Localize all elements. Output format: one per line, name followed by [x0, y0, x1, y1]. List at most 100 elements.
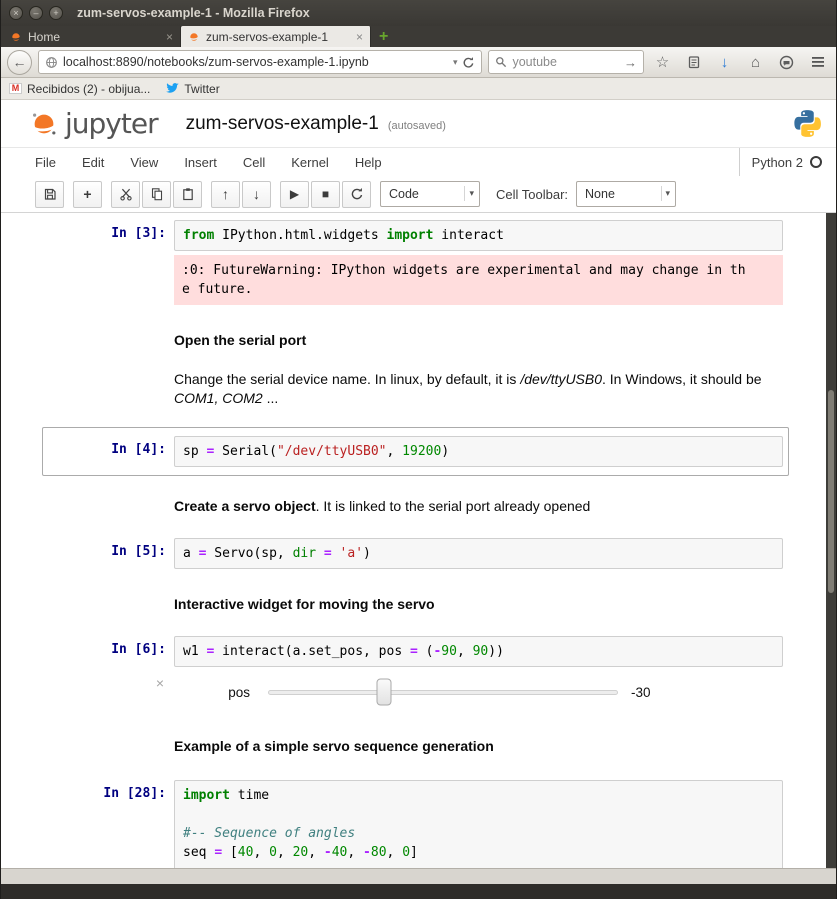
widget-close-icon[interactable]: ×: [48, 675, 174, 709]
bookmark-label: Recibidos (2) - obijua...: [27, 82, 150, 96]
play-icon: ▶: [290, 187, 299, 201]
input-prompt: In [28]:: [48, 780, 174, 868]
menu-edit[interactable]: Edit: [69, 148, 117, 176]
jupyter-favicon-icon: [10, 31, 22, 43]
arrow-down-icon: ↓: [253, 186, 260, 202]
menu-insert[interactable]: Insert: [171, 148, 230, 176]
window-titlebar: × – + zum-servos-example-1 - Mozilla Fir…: [1, 0, 836, 26]
input-prompt: In [6]:: [48, 636, 174, 667]
output-prompt: [48, 251, 174, 305]
stderr-output: :0: FutureWarning: IPython widgets are e…: [174, 255, 783, 305]
code-editor[interactable]: from IPython.html.widgets import interac…: [174, 220, 783, 251]
paste-cell-button[interactable]: [173, 181, 202, 208]
markdown-cell-servo-object: Create a servo object. It is linked to t…: [42, 490, 789, 521]
scrollbar-thumb[interactable]: [828, 390, 834, 593]
code-editor[interactable]: sp = Serial("/dev/ttyUSB0", 19200): [174, 436, 783, 467]
code-editor[interactable]: import time #-- Sequence of anglesseq = …: [174, 780, 783, 868]
plus-icon: +: [83, 186, 91, 202]
widget-output: × pos -30: [48, 675, 783, 709]
window-maximize-button[interactable]: +: [49, 6, 63, 20]
arrow-up-icon: ↑: [222, 186, 229, 202]
notebook-title[interactable]: zum-servos-example-1: [186, 113, 379, 135]
bookmarks-bar: M Recibidos (2) - obijua... Twitter: [1, 78, 836, 100]
markdown-text: Change the serial device name. In linux,…: [174, 368, 783, 408]
search-bar[interactable]: →: [488, 50, 644, 74]
tab-close-icon[interactable]: ×: [166, 30, 173, 44]
search-go-icon[interactable]: →: [624, 55, 637, 70]
copy-cell-button[interactable]: [142, 181, 171, 208]
chevron-down-icon: ▾: [464, 186, 476, 201]
markdown-cell-heading-serial: Open the serial port: [42, 324, 789, 355]
new-tab-button[interactable]: +: [371, 27, 396, 47]
browser-nav-toolbar: ← ▾ → ☆ ↓ ⌂: [1, 47, 836, 78]
hello-bubble-icon[interactable]: [774, 55, 799, 70]
url-input[interactable]: [63, 55, 448, 69]
chevron-down-icon: ▾: [661, 186, 673, 201]
menu-hamburger-icon[interactable]: [805, 56, 830, 68]
browser-tab-bar: Home × zum-servos-example-1 × +: [1, 26, 836, 47]
twitter-bird-icon: [166, 83, 179, 94]
bookmark-gmail[interactable]: M Recibidos (2) - obijua...: [9, 82, 150, 96]
bookmarks-menu-icon[interactable]: [681, 55, 706, 69]
add-cell-button[interactable]: +: [73, 181, 102, 208]
code-editor[interactable]: w1 = interact(a.set_pos, pos = (-90, 90)…: [174, 636, 783, 667]
bookmark-label: Twitter: [184, 82, 219, 96]
code-cell-3[interactable]: In [3]: from IPython.html.widgets import…: [42, 215, 789, 310]
search-icon: [495, 56, 507, 68]
menu-help[interactable]: Help: [342, 148, 395, 176]
window-close-button[interactable]: ×: [9, 6, 23, 20]
code-cell-6[interactable]: In [6]: w1 = interact(a.set_pos, pos = (…: [42, 631, 789, 714]
reload-icon[interactable]: [462, 56, 475, 69]
run-cell-button[interactable]: ▶: [280, 181, 309, 208]
menu-cell[interactable]: Cell: [230, 148, 278, 176]
bookmarks-list-icon: [687, 55, 701, 69]
search-input[interactable]: [512, 55, 619, 69]
cell-toolbar-select[interactable]: None ▾: [576, 181, 676, 207]
bookmark-twitter[interactable]: Twitter: [166, 82, 219, 96]
tab-label: Home: [28, 30, 60, 44]
move-cell-up-button[interactable]: ↑: [211, 181, 240, 208]
stop-icon: ■: [322, 187, 329, 201]
input-prompt: In [3]:: [48, 220, 174, 251]
restart-kernel-button[interactable]: [342, 181, 371, 208]
tab-notebook[interactable]: zum-servos-example-1 ×: [181, 26, 371, 47]
tab-home[interactable]: Home ×: [3, 26, 181, 47]
kernel-indicator: Python 2: [739, 148, 822, 176]
scissors-icon: [119, 187, 133, 201]
window-minimize-button[interactable]: –: [29, 6, 43, 20]
markdown-cell-sequence-heading: Example of a simple servo sequence gener…: [42, 730, 789, 761]
tab-close-icon[interactable]: ×: [356, 30, 363, 44]
menu-view[interactable]: View: [117, 148, 171, 176]
pos-slider[interactable]: [268, 690, 618, 695]
jupyter-logo-icon: [29, 109, 59, 139]
code-editor[interactable]: a = Servo(sp, dir = 'a'): [174, 538, 783, 569]
menu-file[interactable]: File: [33, 148, 69, 176]
move-cell-down-button[interactable]: ↓: [242, 181, 271, 208]
firefox-window: × – + zum-servos-example-1 - Mozilla Fir…: [0, 0, 837, 899]
chat-circle-icon: [779, 55, 794, 70]
cell-type-select[interactable]: Code ▾: [380, 181, 480, 207]
cut-cell-button[interactable]: [111, 181, 140, 208]
markdown-text: Open the serial port: [174, 329, 783, 350]
save-icon: [43, 187, 57, 201]
scrollbar-track[interactable]: [826, 213, 836, 868]
tab-label: zum-servos-example-1: [206, 30, 328, 44]
bookmark-star-icon[interactable]: ☆: [650, 53, 675, 71]
menu-kernel[interactable]: Kernel: [278, 148, 342, 176]
code-cell-28[interactable]: In [28]: import time #-- Sequence of ang…: [42, 775, 789, 868]
input-prompt: In [4]:: [48, 436, 174, 467]
jupyter-logo-text[interactable]: jupyter: [65, 107, 158, 140]
url-dropdown-icon[interactable]: ▾: [453, 57, 458, 68]
slider-handle[interactable]: [376, 679, 391, 706]
interrupt-kernel-button[interactable]: ■: [311, 181, 340, 208]
home-icon[interactable]: ⌂: [743, 54, 768, 71]
notebook-header: jupyter zum-servos-example-1 (autosaved): [1, 100, 836, 147]
jupyter-favicon-icon: [188, 31, 200, 43]
downloads-icon[interactable]: ↓: [712, 54, 737, 71]
save-button[interactable]: [35, 181, 64, 208]
back-button[interactable]: ←: [7, 50, 32, 75]
code-cell-4-selected[interactable]: In [4]: sp = Serial("/dev/ttyUSB0", 1920…: [42, 427, 789, 476]
url-bar[interactable]: ▾: [38, 50, 482, 74]
cell-toolbar-value: None: [585, 187, 615, 201]
code-cell-5[interactable]: In [5]: a = Servo(sp, dir = 'a'): [42, 533, 789, 574]
